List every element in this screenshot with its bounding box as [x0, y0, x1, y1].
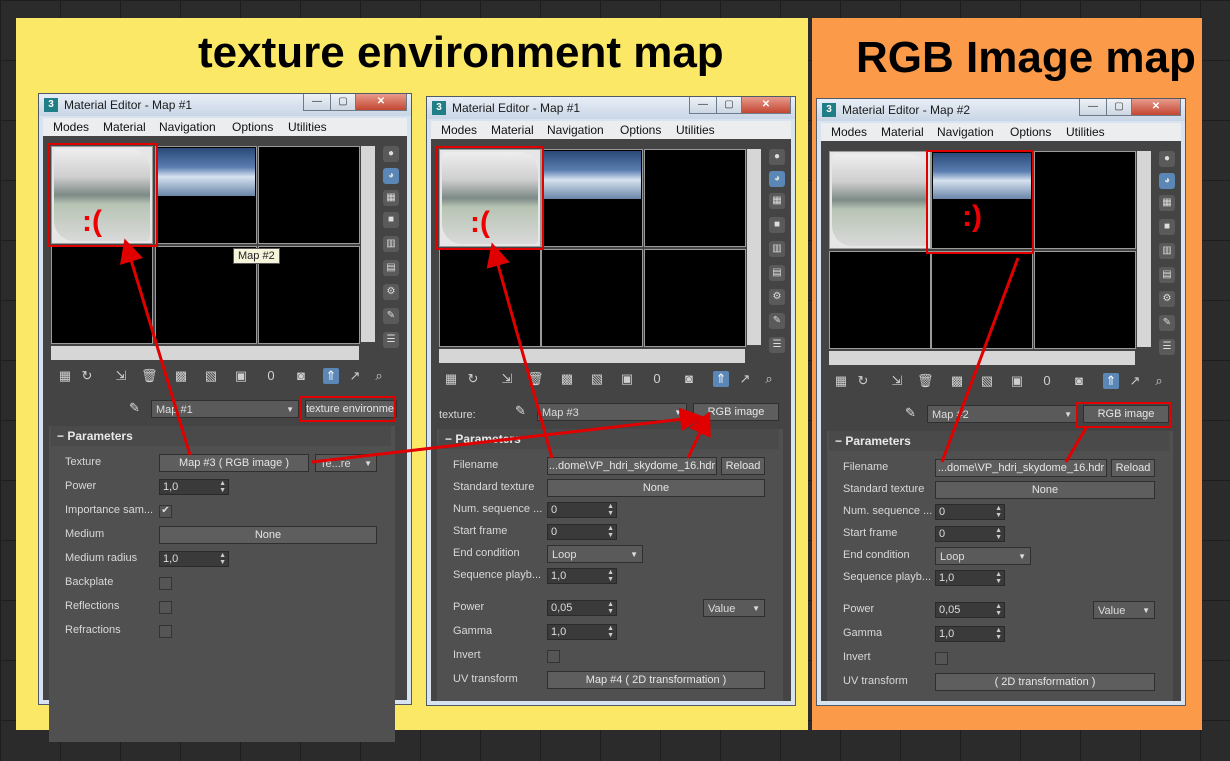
- annotation-arrows: [119, 238, 1088, 464]
- arrow-win3-filename-to-button: [1064, 427, 1088, 463]
- arrow-texture-to-slot: [119, 238, 192, 456]
- arrow-filename-to-slot: [486, 242, 554, 459]
- arrow-filename-to-rgb-button: [686, 411, 711, 459]
- arrow-texture-to-rgb-button: [311, 407, 704, 464]
- arrow-win3-filename-to-slot: [940, 257, 1020, 463]
